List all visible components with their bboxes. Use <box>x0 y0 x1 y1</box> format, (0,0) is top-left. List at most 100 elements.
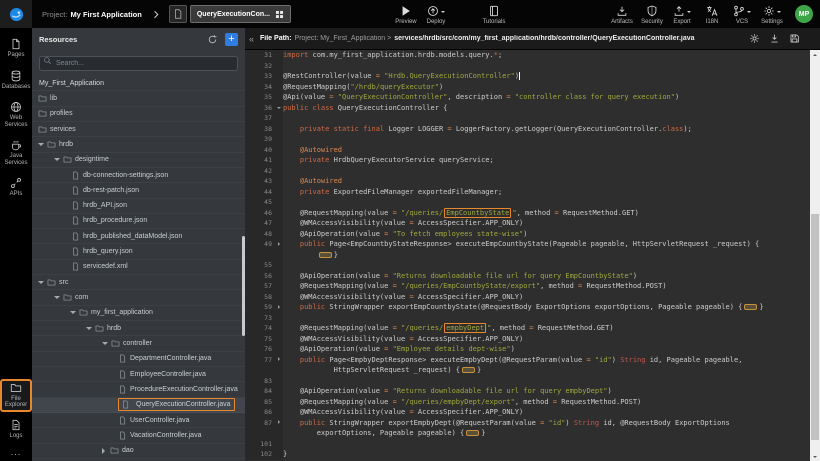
more-options-icon[interactable]: ... <box>11 447 22 457</box>
code-line[interactable]: 42 <box>245 166 810 177</box>
tree-item-services[interactable]: services <box>32 122 245 137</box>
wavemaker-logo[interactable] <box>0 0 32 28</box>
scroll-down-icon[interactable] <box>810 452 820 461</box>
code-line[interactable]: 38 private static final Logger LOGGER = … <box>245 124 810 135</box>
tree-item-db-connection-settings-json[interactable]: db-connection-settings.json <box>32 168 245 183</box>
rail-item-pages[interactable]: Pages <box>1 36 31 61</box>
tree-item-db-rest-patch-json[interactable]: db-rest-patch.json <box>32 183 245 198</box>
code-line[interactable]: 59 public StringWrapper exportEmpCountby… <box>245 302 810 313</box>
chevron-down-icon[interactable] <box>38 281 44 287</box>
editor-scrollbar-thumb[interactable] <box>811 214 819 440</box>
code-line[interactable]: 55 <box>245 260 810 271</box>
navbar-action-i18n[interactable]: I18N <box>697 2 727 27</box>
code-line[interactable]: } <box>245 250 810 261</box>
fold-open-icon[interactable] <box>277 107 281 111</box>
code-line[interactable]: 32 <box>245 61 810 72</box>
code-line[interactable]: 44 private ExportedFileManager exportedF… <box>245 187 810 198</box>
code-line[interactable]: 48 @ApiOperation(value = "To fetch emplo… <box>245 229 810 240</box>
scroll-up-icon[interactable] <box>810 50 820 59</box>
add-resource-button[interactable]: + <box>225 33 238 46</box>
editor-scrollbar[interactable] <box>810 50 820 461</box>
code-fold-icon[interactable] <box>319 252 332 258</box>
code-line[interactable]: 35@Api(value = "QueryExecutionController… <box>245 92 810 103</box>
tree-item-employeecontroller-java[interactable]: EmployeeController.java <box>32 367 245 382</box>
code-line[interactable]: 77 public Page<EmpbyDeptResponse> execut… <box>245 355 810 366</box>
tree-item-hrdb-procedure-json[interactable]: hrdb_procedure.json <box>32 214 245 229</box>
grid-icon[interactable] <box>275 10 284 19</box>
navbar-action-vcs[interactable]: VCS <box>727 2 757 27</box>
code-line[interactable]: 45 <box>245 197 810 208</box>
code-line[interactable]: 43 @Autowired <box>245 176 810 187</box>
navbar-action-export[interactable]: Export <box>667 2 697 27</box>
chevron-down-icon[interactable] <box>54 158 60 164</box>
code-line[interactable]: exportOptions, Pageable pageable) {} <box>245 428 810 439</box>
code-line[interactable]: 73 <box>245 313 810 324</box>
code-line[interactable]: 47 @WMAccessVisibility(value = AccessSpe… <box>245 218 810 229</box>
tree-item-dao[interactable]: dao <box>32 444 245 459</box>
fold-closed-icon[interactable] <box>278 420 282 424</box>
download-file-icon[interactable] <box>769 33 780 44</box>
code-line[interactable]: 56 @ApiOperation(value = "Returns downlo… <box>245 271 810 282</box>
code-line[interactable]: 102} <box>245 449 810 460</box>
fold-closed-icon[interactable] <box>278 242 282 246</box>
code-fold-icon[interactable] <box>466 430 479 436</box>
code-line[interactable]: 41 private HrdbQueryExecutorService quer… <box>245 155 810 166</box>
rail-item-java-services[interactable]: Java Services <box>1 137 31 168</box>
file-icon[interactable] <box>169 5 187 23</box>
tree-item-com[interactable]: com <box>32 290 245 305</box>
tree-item-lib[interactable]: lib <box>32 91 245 106</box>
rail-item-web-services[interactable]: Web Services <box>1 99 31 130</box>
code-line[interactable]: 74 @RequestMapping(value = "/queries/emp… <box>245 323 810 334</box>
chevron-down-icon[interactable] <box>38 143 44 149</box>
navbar-action-security[interactable]: Security <box>637 2 667 27</box>
code-line[interactable]: 58 @WMAccessVisibility(value = AccessSpe… <box>245 292 810 303</box>
code-fold-icon[interactable] <box>462 367 475 373</box>
code-line[interactable]: 87 public StringWrapper exportEmpbyDept(… <box>245 418 810 429</box>
code-line[interactable]: 76 @ApiOperation(value = "Employee detai… <box>245 344 810 355</box>
rail-item-logs[interactable]: Logs <box>1 417 31 442</box>
tree-item-vacationcontroller-java[interactable]: VacationController.java <box>32 428 245 443</box>
navbar-action-artifacts[interactable]: Artifacts <box>607 2 637 27</box>
code-line[interactable]: 85 @RequestMapping(value = "/queries/emp… <box>245 397 810 408</box>
code-fold-icon[interactable] <box>744 304 757 310</box>
code-line[interactable]: HttpServletRequest _request) {} <box>245 365 810 376</box>
rail-item-apis[interactable]: APIs <box>1 175 31 200</box>
tree-item-hrdb[interactable]: hrdb <box>32 321 245 336</box>
tree-item-hrdb-api-json[interactable]: hrdb_API.json <box>32 199 245 214</box>
navbar-action-deploy[interactable]: Deploy <box>421 2 451 27</box>
tree-item-hrdb[interactable]: hrdb <box>32 137 245 152</box>
tree-item-procedureexecutioncontroller-java[interactable]: ProcedureExecutionController.java <box>32 382 245 397</box>
tree-item-profiles[interactable]: profiles <box>32 107 245 122</box>
rail-item-databases[interactable]: Databases <box>1 68 31 93</box>
chevron-down-icon[interactable] <box>70 311 76 317</box>
navbar-action-preview[interactable]: Preview <box>391 2 421 27</box>
tree-item-usercontroller-java[interactable]: UserController.java <box>32 413 245 428</box>
tree-item-hrdb-published-datamodel-json[interactable]: hrdb_published_dataModel.json <box>32 229 245 244</box>
code-line[interactable]: 33@RestController(value = "Hrdb.QueryExe… <box>245 71 810 82</box>
tree-item-my-first-application[interactable]: my_first_application <box>32 306 245 321</box>
code-line[interactable]: 46 @RequestMapping(value = "/queries/Emp… <box>245 208 810 219</box>
code-line[interactable]: 86 @WMAccessVisibility(value = AccessSpe… <box>245 407 810 418</box>
tree-item-src[interactable]: src <box>32 275 245 290</box>
code-line[interactable]: 36public class QueryExecutionController … <box>245 103 810 114</box>
code-line[interactable]: 57 @RequestMapping(value = "/queries/Emp… <box>245 281 810 292</box>
fold-closed-icon[interactable] <box>278 357 282 361</box>
code-line[interactable]: 101 <box>245 439 810 450</box>
chevron-right-icon[interactable] <box>102 448 108 454</box>
code-line[interactable]: 39 <box>245 134 810 145</box>
chevron-down-icon[interactable] <box>54 296 60 302</box>
collapse-panel-icon[interactable]: « <box>249 34 254 44</box>
tree-item-servicedef-xml[interactable]: servicedef.xml <box>32 260 245 275</box>
tree-item-controller[interactable]: controller <box>32 336 245 351</box>
chevron-down-icon[interactable] <box>102 342 108 348</box>
rail-item-file-explorer[interactable]: File Explorer <box>1 380 31 411</box>
tree-item-my-first-application[interactable]: My_First_Application <box>32 76 245 91</box>
code-line[interactable]: 40 @Autowired <box>245 145 810 156</box>
refresh-icon[interactable] <box>207 34 218 45</box>
user-avatar[interactable]: MP <box>795 5 813 23</box>
code-line[interactable]: 34@RequestMapping("/hrdb/queryExecutor") <box>245 82 810 93</box>
navbar-action-settings[interactable]: Settings <box>757 2 787 27</box>
search-input[interactable] <box>39 56 238 71</box>
tab-query-execution-controller[interactable]: QueryExecutionCon... <box>190 5 291 23</box>
code-line[interactable]: 75 @WMAccessVisibility(value = AccessSpe… <box>245 334 810 345</box>
